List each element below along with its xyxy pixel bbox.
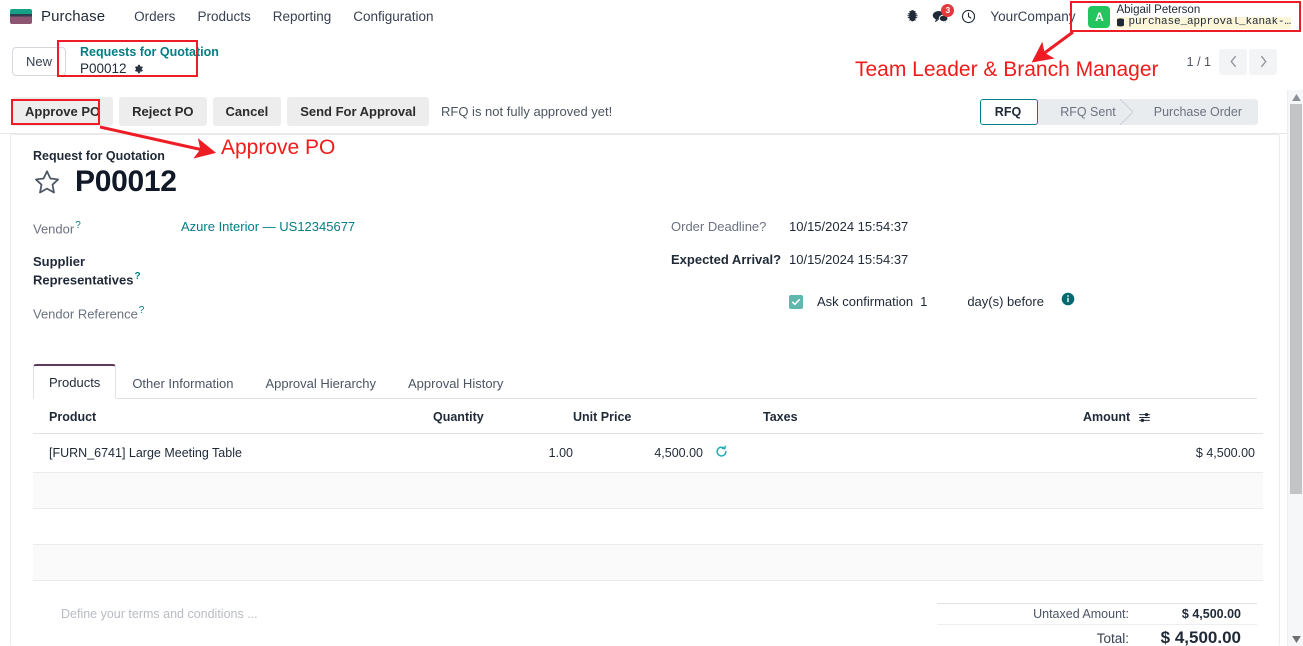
- arrow-to-team-leader: [1031, 30, 1074, 63]
- annotation-arrows: [99, 30, 1074, 159]
- stage-rfq[interactable]: RFQ: [979, 98, 1039, 125]
- arrow-to-approve-po: [99, 125, 217, 159]
- stage-rfq-label: RFQ: [994, 104, 1022, 119]
- stage-separator-icon: [1119, 98, 1133, 125]
